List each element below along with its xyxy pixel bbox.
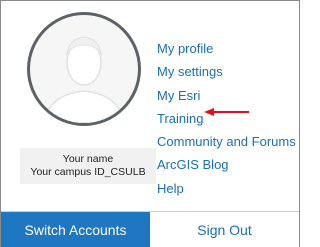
- menu-item-community-and-forums[interactable]: Community and Forums: [157, 130, 296, 153]
- menu-item-my-esri[interactable]: My Esri: [157, 84, 296, 107]
- menu-item-help[interactable]: Help: [157, 177, 296, 200]
- user-info-box: Your name Your campus ID_CSULB: [20, 148, 156, 184]
- default-user-icon: [30, 15, 138, 123]
- avatar: [27, 12, 141, 126]
- user-name: Your name: [62, 153, 114, 165]
- account-actions-bar: Switch Accounts Sign Out: [1, 211, 299, 247]
- red-arrow-annotation: [204, 108, 249, 116]
- switch-accounts-button[interactable]: Switch Accounts: [1, 212, 150, 247]
- sign-out-button[interactable]: Sign Out: [150, 212, 299, 247]
- user-campus-id: Your campus ID_CSULB: [30, 166, 146, 178]
- menu-item-my-settings[interactable]: My settings: [157, 60, 296, 83]
- menu-item-arcgis-blog[interactable]: ArcGIS Blog: [157, 153, 296, 176]
- account-menu: My profile My settings My Esri Training …: [157, 37, 296, 200]
- menu-item-my-profile[interactable]: My profile: [157, 37, 296, 60]
